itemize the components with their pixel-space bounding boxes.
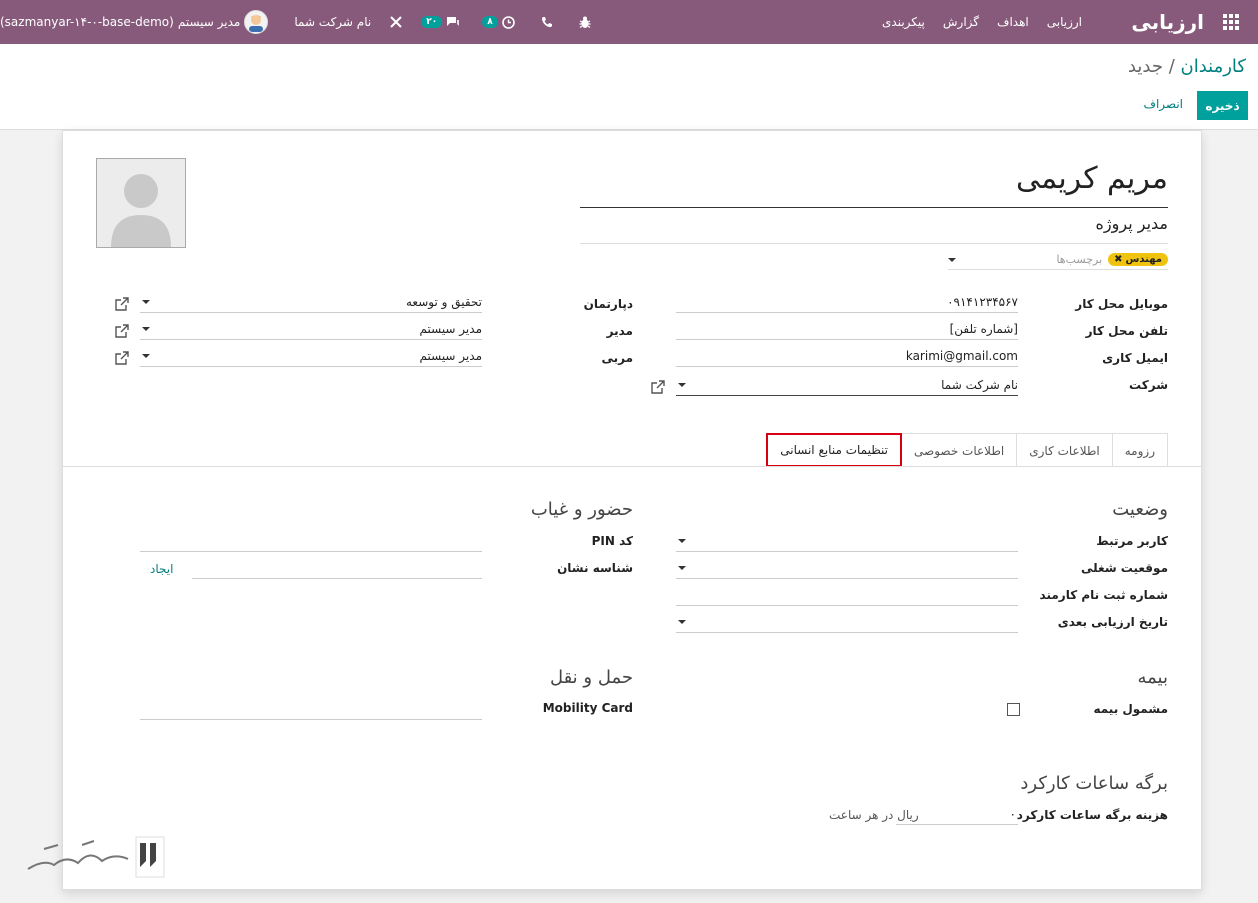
related-user-dropdown-icon[interactable] (678, 538, 686, 543)
company-dropdown-icon[interactable] (678, 382, 686, 387)
breadcrumb-current: جدید (1127, 56, 1163, 77)
tags-dropdown-icon[interactable] (948, 257, 956, 262)
job-position-dropdown-icon[interactable] (678, 565, 686, 570)
date-dropdown-icon[interactable] (678, 619, 686, 624)
activity-menu[interactable]: ۸ (482, 15, 515, 29)
breadcrumb: کارمندان / جدید (1128, 56, 1246, 77)
company-external-link-icon[interactable] (651, 380, 665, 394)
coach-select[interactable]: مدیر سیستم (140, 345, 482, 367)
employee-name-input[interactable]: مریم کریمی (580, 161, 1168, 208)
phone-icon[interactable] (541, 16, 553, 28)
company-label: شرکت (1129, 378, 1168, 392)
systray: (sazmanyar-۱۴-۰-base-demo) مدیر سیستم نا… (0, 0, 591, 44)
employee-photo-upload[interactable] (96, 158, 186, 248)
messages-badge: ۲۰ (421, 16, 443, 28)
transport-section-title: حمل و نقل (549, 667, 633, 688)
job-title-input[interactable]: مدیر پروژه (580, 214, 1168, 244)
breadcrumb-employees[interactable]: کارمندان (1181, 56, 1247, 77)
activities-badge: ۸ (482, 16, 498, 28)
pin-code-input[interactable] (140, 530, 482, 552)
coach-label: مربی (601, 351, 633, 365)
insured-checkbox[interactable] (1007, 703, 1020, 716)
work-email-input[interactable]: karimi@gmail.com (676, 345, 1018, 367)
job-position-label: موقعیت شغلی (1081, 561, 1168, 575)
user-avatar (244, 10, 269, 34)
insurance-section-title: بیمه (1137, 667, 1169, 688)
avatar-placeholder-icon (97, 159, 185, 247)
tag-label: مهندس (1125, 254, 1162, 265)
pin-code-label: کد PIN (591, 534, 633, 548)
job-position-select[interactable] (676, 557, 1018, 579)
company-select[interactable]: نام شرکت شما (676, 374, 1018, 396)
department-external-link-icon[interactable] (115, 297, 129, 311)
tab-hr-settings[interactable]: تنظیمات منابع انسانی (766, 433, 903, 467)
menu-report[interactable]: گزارش (943, 15, 979, 29)
company-switcher[interactable]: نام شرکت شما (294, 15, 371, 29)
work-phone-input[interactable]: [شماره تلفن] (676, 318, 1018, 340)
timesheet-cost-unit: ریال در هر ساعت (829, 808, 919, 822)
tag-badge: مهندس ✖ (1108, 253, 1168, 266)
registration-number-label: شماره ثبت نام کارمند (1039, 588, 1168, 602)
bug-icon[interactable] (579, 16, 591, 29)
status-section-title: وضعیت (1112, 499, 1168, 520)
next-appraisal-date-input[interactable] (676, 611, 1018, 633)
tab-private-information[interactable]: اطلاعات خصوصی (901, 433, 1018, 467)
discard-button[interactable]: انصراف (1144, 97, 1183, 111)
next-appraisal-date-label: تاریخ ارزیابی بعدی (1057, 615, 1168, 629)
control-panel: کارمندان / جدید ذخیره انصراف (0, 44, 1258, 130)
coach-dropdown-icon[interactable] (142, 353, 150, 358)
related-user-select[interactable] (676, 530, 1018, 552)
app-brand[interactable]: ارزیابی (1131, 0, 1204, 44)
manager-label: مدیر (606, 324, 633, 338)
department-select[interactable]: تحقیق و توسعه (140, 291, 482, 313)
user-menu[interactable]: (sazmanyar-۱۴-۰-base-demo) مدیر سیستم (0, 10, 269, 34)
mobility-card-label: Mobility Card (542, 701, 633, 715)
badge-id-label: شناسه نشان (557, 561, 633, 575)
menu-appraisal[interactable]: ارزیابی (1047, 15, 1082, 29)
manager-select[interactable]: مدیر سیستم (140, 318, 482, 340)
generate-badge-link[interactable]: ایجاد (150, 562, 173, 576)
main-menu: ارزیابی اهداف گزارش پیکربندی (882, 0, 1082, 44)
related-user-label: کاربر مرتبط (1096, 534, 1168, 548)
mobility-card-input[interactable] (140, 698, 482, 720)
chat-icon (447, 17, 460, 26)
coach-external-link-icon[interactable] (115, 351, 129, 365)
tags-field[interactable]: مهندس ✖ برچسب‌ها (948, 250, 1168, 270)
tags-placeholder: برچسب‌ها (1056, 253, 1103, 266)
breadcrumb-separator: / (1168, 56, 1175, 77)
department-dropdown-icon[interactable] (142, 299, 150, 304)
database-name: (sazmanyar-۱۴-۰-base-demo) (0, 15, 174, 29)
work-phone-label: تلفن محل کار (1085, 324, 1168, 338)
menu-configuration[interactable]: پیکربندی (882, 15, 925, 29)
user-name: مدیر سیستم (177, 15, 241, 29)
form-tabs: رزومه اطلاعات کاری اطلاعات خصوصی تنظیمات… (766, 433, 1168, 467)
tag-remove-icon[interactable]: ✖ (1114, 254, 1122, 265)
save-button[interactable]: ذخیره (1197, 91, 1248, 120)
company-name: نام شرکت شما (294, 15, 372, 29)
menu-goals[interactable]: اهداف (997, 15, 1029, 29)
clock-icon (501, 15, 515, 29)
registration-number-input[interactable] (676, 584, 1018, 606)
manager-dropdown-icon[interactable] (142, 326, 150, 331)
employee-form-sheet: مریم کریمی مدیر پروژه مهندس ✖ برچسب‌ها م… (62, 130, 1202, 890)
manager-external-link-icon[interactable] (115, 324, 129, 338)
tab-work-information[interactable]: اطلاعات کاری (1016, 433, 1113, 467)
tabs-divider (63, 466, 1201, 467)
insured-label: مشمول بیمه (1093, 702, 1168, 716)
timesheet-cost-value: ۰ (1009, 806, 1016, 821)
debug-tools-icon[interactable] (389, 15, 403, 29)
watermark-logo (27, 836, 165, 878)
work-mobile-input[interactable]: ۰۹۱۴۱۲۳۴۵۶۷ (676, 291, 1018, 313)
timesheet-section-title: برگه ساعات کارکرد (1020, 773, 1168, 794)
department-label: دپارتمان (583, 297, 633, 311)
attendance-section-title: حضور و غیاب (530, 499, 633, 520)
top-navbar: ارزیابی ارزیابی اهداف گزارش پیکربندی (sa… (0, 0, 1258, 44)
work-email-label: ایمیل کاری (1102, 351, 1168, 365)
timesheet-cost-label: هزینه برگه ساعات کارکرد (1016, 808, 1168, 822)
apps-menu-icon[interactable] (1218, 0, 1244, 44)
work-mobile-label: موبایل محل کار (1075, 297, 1168, 311)
badge-id-input[interactable] (192, 557, 482, 579)
messaging-menu[interactable]: ۲۰ (421, 16, 460, 28)
tab-resume[interactable]: رزومه (1111, 433, 1168, 467)
